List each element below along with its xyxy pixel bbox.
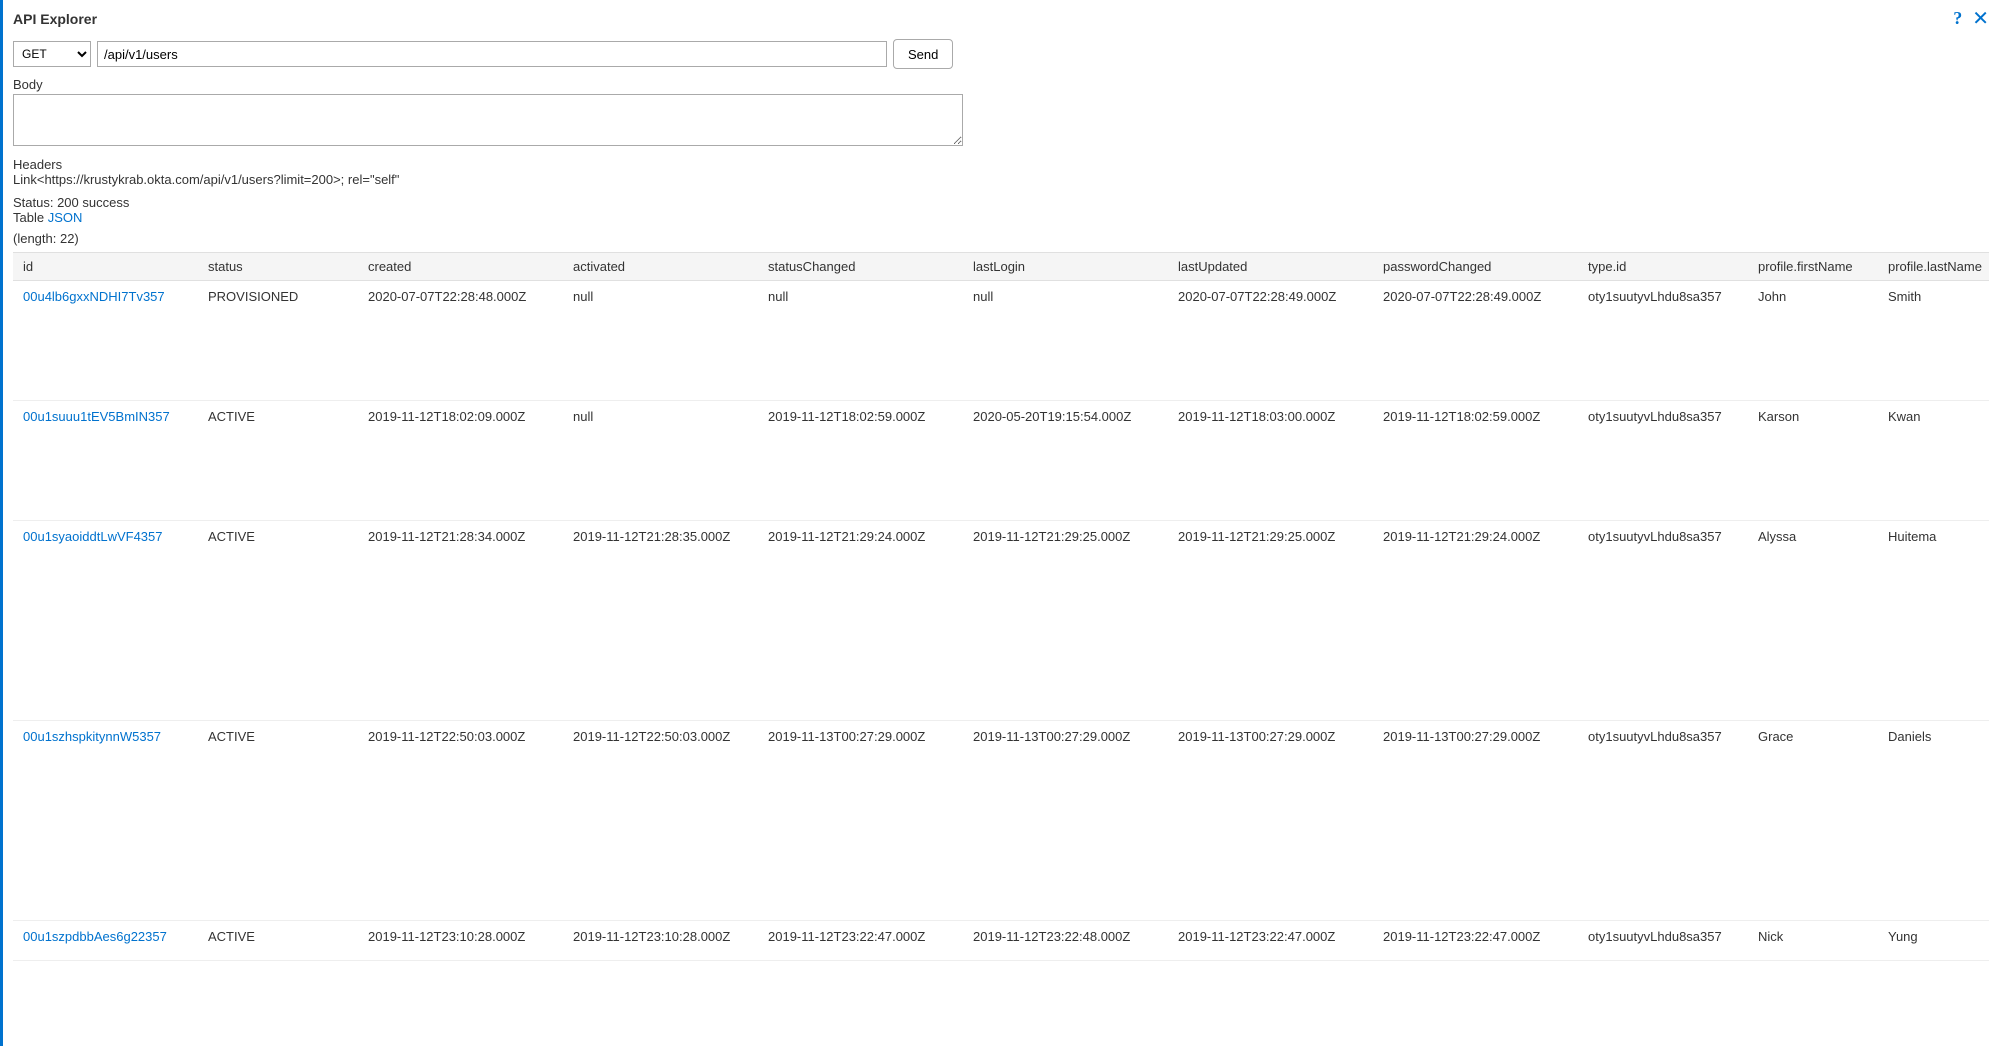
table-row: 00u4lb6gxxNDHI7Tv357PROVISIONED2020-07-0…	[13, 281, 1989, 401]
method-select[interactable]: GETPOSTPUTDELETEPATCH	[13, 41, 91, 67]
cell-status: ACTIVE	[198, 921, 358, 961]
table-row: 00u1szhspkitynnW5357ACTIVE2019-11-12T22:…	[13, 721, 1989, 921]
col-created[interactable]: created	[358, 253, 563, 281]
id-link[interactable]: 00u1szhspkitynnW5357	[23, 729, 161, 744]
cell-lastupdated: 2019-11-12T21:29:25.000Z	[1168, 521, 1373, 721]
col-firstname[interactable]: profile.firstName	[1748, 253, 1878, 281]
id-link[interactable]: 00u4lb6gxxNDHI7Tv357	[23, 289, 165, 304]
cell-lastlogin: 2019-11-13T00:27:29.000Z	[963, 721, 1168, 921]
cell-status: ACTIVE	[198, 721, 358, 921]
cell-statuschanged: 2019-11-12T21:29:24.000Z	[758, 521, 963, 721]
headers-label: Headers	[13, 157, 1989, 172]
table-view-label: Table	[13, 210, 44, 225]
cell-lastupdated: 2020-07-07T22:28:49.000Z	[1168, 281, 1373, 401]
cell-created: 2019-11-12T21:28:34.000Z	[358, 521, 563, 721]
cell-firstname: Grace	[1748, 721, 1878, 921]
cell-id[interactable]: 00u1syaoiddtLwVF4357	[13, 521, 198, 721]
url-input[interactable]	[97, 41, 887, 67]
col-lastlogin[interactable]: lastLogin	[963, 253, 1168, 281]
cell-status: ACTIVE	[198, 521, 358, 721]
cell-created: 2019-11-12T18:02:09.000Z	[358, 401, 563, 521]
cell-lastupdated: 2019-11-12T23:22:47.000Z	[1168, 921, 1373, 961]
cell-statuschanged: null	[758, 281, 963, 401]
cell-typeid: oty1suutyvLhdu8sa357	[1578, 401, 1748, 521]
col-activated[interactable]: activated	[563, 253, 758, 281]
json-view-link[interactable]: JSON	[48, 210, 83, 225]
cell-status: ACTIVE	[198, 401, 358, 521]
cell-lastname: Smith	[1878, 281, 1989, 401]
col-lastname[interactable]: profile.lastName	[1878, 253, 1989, 281]
col-id[interactable]: id	[13, 253, 198, 281]
cell-activated: 2019-11-12T21:28:35.000Z	[563, 521, 758, 721]
cell-statuschanged: 2019-11-12T18:02:59.000Z	[758, 401, 963, 521]
col-status[interactable]: status	[198, 253, 358, 281]
cell-typeid: oty1suutyvLhdu8sa357	[1578, 921, 1748, 961]
cell-firstname: Karson	[1748, 401, 1878, 521]
cell-lastname: Daniels	[1878, 721, 1989, 921]
cell-typeid: oty1suutyvLhdu8sa357	[1578, 521, 1748, 721]
cell-lastname: Huitema	[1878, 521, 1989, 721]
cell-lastname: Kwan	[1878, 401, 1989, 521]
headers-value: Link<https://krustykrab.okta.com/api/v1/…	[13, 172, 1989, 187]
col-passwordchanged[interactable]: passwordChanged	[1373, 253, 1578, 281]
cell-id[interactable]: 00u4lb6gxxNDHI7Tv357	[13, 281, 198, 401]
body-textarea[interactable]	[13, 94, 963, 146]
table-row: 00u1suuu1tEV5BmIN357ACTIVE2019-11-12T18:…	[13, 401, 1989, 521]
close-icon[interactable]: ✕	[1972, 9, 1989, 29]
cell-lastupdated: 2019-11-12T18:03:00.000Z	[1168, 401, 1373, 521]
cell-activated: 2019-11-12T23:10:28.000Z	[563, 921, 758, 961]
cell-activated: null	[563, 401, 758, 521]
cell-passwordchanged: 2019-11-12T18:02:59.000Z	[1373, 401, 1578, 521]
cell-status: PROVISIONED	[198, 281, 358, 401]
col-lastupdated[interactable]: lastUpdated	[1168, 253, 1373, 281]
status-line: Status: 200 success	[13, 195, 1989, 210]
col-statuschanged[interactable]: statusChanged	[758, 253, 963, 281]
cell-activated: 2019-11-12T22:50:03.000Z	[563, 721, 758, 921]
cell-passwordchanged: 2019-11-12T23:22:47.000Z	[1373, 921, 1578, 961]
id-link[interactable]: 00u1szpdbbAes6g22357	[23, 929, 167, 944]
results-table: id status created activated statusChange…	[13, 252, 1989, 961]
cell-created: 2020-07-07T22:28:48.000Z	[358, 281, 563, 401]
cell-created: 2019-11-12T23:10:28.000Z	[358, 921, 563, 961]
cell-id[interactable]: 00u1szhspkitynnW5357	[13, 721, 198, 921]
cell-id[interactable]: 00u1suuu1tEV5BmIN357	[13, 401, 198, 521]
col-typeid[interactable]: type.id	[1578, 253, 1748, 281]
page-title: API Explorer	[13, 11, 97, 27]
cell-statuschanged: 2019-11-12T23:22:47.000Z	[758, 921, 963, 961]
cell-lastlogin: 2020-05-20T19:15:54.000Z	[963, 401, 1168, 521]
cell-id[interactable]: 00u1szpdbbAes6g22357	[13, 921, 198, 961]
cell-firstname: John	[1748, 281, 1878, 401]
cell-firstname: Nick	[1748, 921, 1878, 961]
cell-passwordchanged: 2020-07-07T22:28:49.000Z	[1373, 281, 1578, 401]
cell-lastname: Yung	[1878, 921, 1989, 961]
cell-lastlogin: 2019-11-12T21:29:25.000Z	[963, 521, 1168, 721]
length-line: (length: 22)	[13, 231, 1989, 246]
cell-firstname: Alyssa	[1748, 521, 1878, 721]
table-row: 00u1szpdbbAes6g22357ACTIVE2019-11-12T23:…	[13, 921, 1989, 961]
cell-activated: null	[563, 281, 758, 401]
cell-typeid: oty1suutyvLhdu8sa357	[1578, 721, 1748, 921]
table-header-row: id status created activated statusChange…	[13, 253, 1989, 281]
cell-lastlogin: null	[963, 281, 1168, 401]
cell-created: 2019-11-12T22:50:03.000Z	[358, 721, 563, 921]
body-label: Body	[13, 77, 1989, 92]
cell-lastupdated: 2019-11-13T00:27:29.000Z	[1168, 721, 1373, 921]
table-row: 00u1syaoiddtLwVF4357ACTIVE2019-11-12T21:…	[13, 521, 1989, 721]
help-icon[interactable]: ?	[1953, 8, 1962, 29]
send-button[interactable]: Send	[893, 39, 953, 69]
id-link[interactable]: 00u1suuu1tEV5BmIN357	[23, 409, 170, 424]
id-link[interactable]: 00u1syaoiddtLwVF4357	[23, 529, 163, 544]
cell-typeid: oty1suutyvLhdu8sa357	[1578, 281, 1748, 401]
cell-passwordchanged: 2019-11-13T00:27:29.000Z	[1373, 721, 1578, 921]
cell-lastlogin: 2019-11-12T23:22:48.000Z	[963, 921, 1168, 961]
cell-statuschanged: 2019-11-13T00:27:29.000Z	[758, 721, 963, 921]
cell-passwordchanged: 2019-11-12T21:29:24.000Z	[1373, 521, 1578, 721]
